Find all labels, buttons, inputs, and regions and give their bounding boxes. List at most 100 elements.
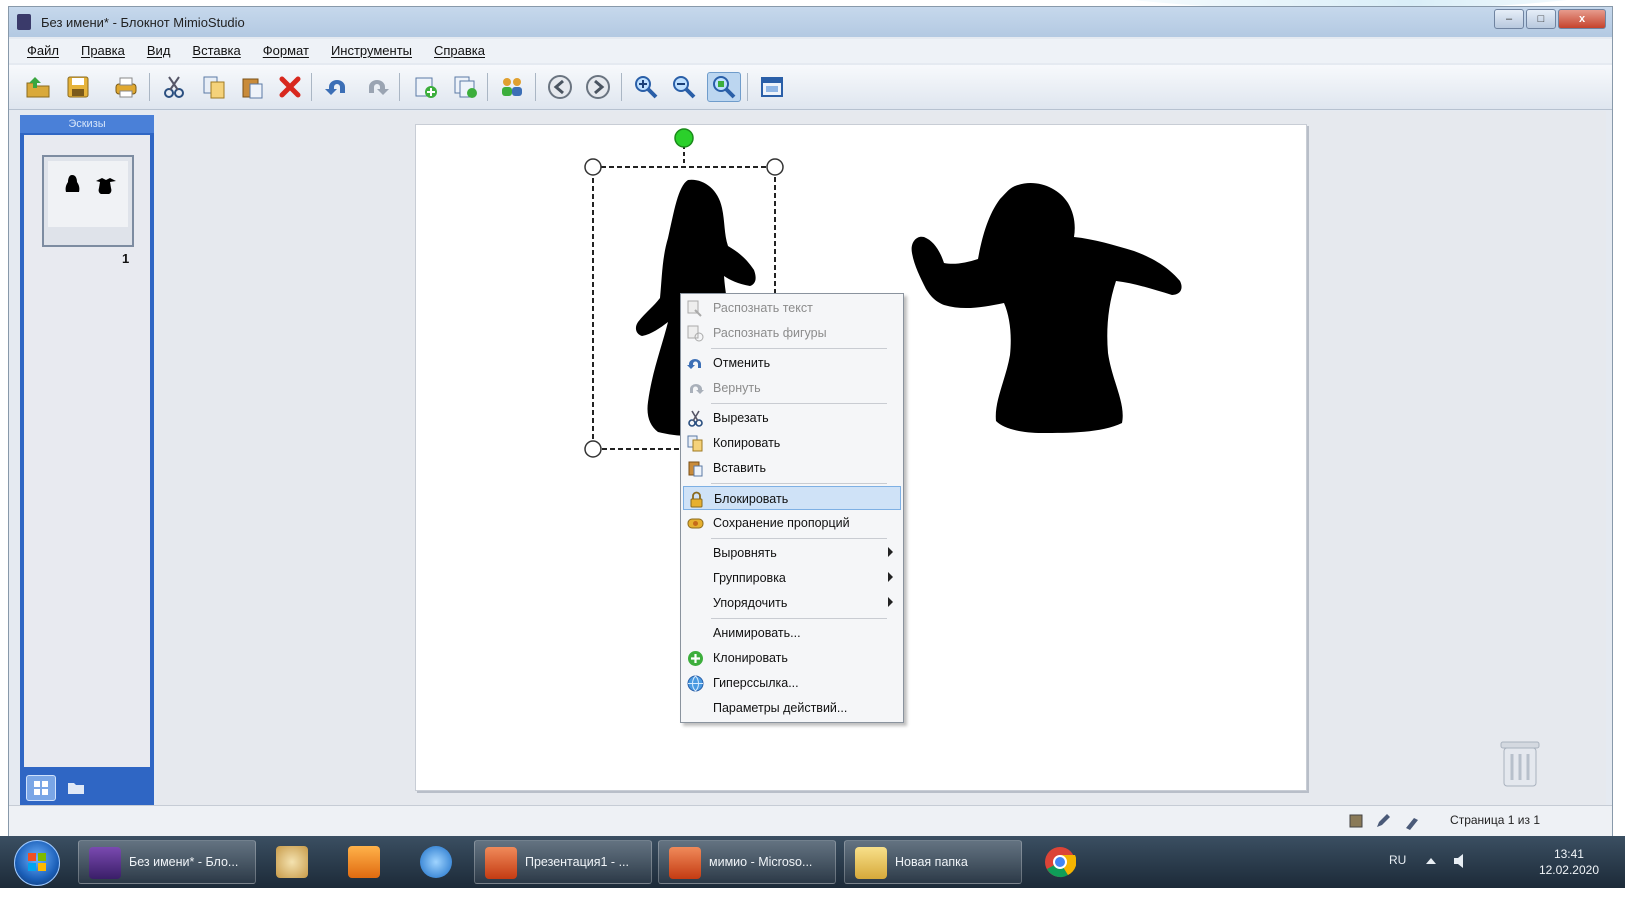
windows-logo-icon bbox=[28, 853, 46, 871]
toolbar bbox=[9, 65, 1612, 110]
menu-group[interactable]: Группировка bbox=[683, 566, 901, 590]
gallery-tab-button[interactable] bbox=[62, 775, 92, 801]
close-button[interactable]: x bbox=[1558, 9, 1606, 29]
menu-copy[interactable]: Копировать bbox=[683, 431, 901, 455]
cut-icon[interactable] bbox=[159, 72, 189, 102]
trash-icon[interactable] bbox=[1498, 736, 1542, 788]
rotate-handle[interactable] bbox=[674, 128, 694, 148]
menu-animate[interactable]: Анимировать... bbox=[683, 621, 901, 645]
print-icon[interactable] bbox=[111, 72, 141, 102]
zoom-fit-icon[interactable] bbox=[707, 72, 741, 102]
paste-icon[interactable] bbox=[237, 72, 267, 102]
slide-stage: Без имени* - Блокнот MimioStudio – □ x Ф… bbox=[0, 0, 1625, 913]
menu-recognize-text[interactable]: Распознать текст bbox=[683, 296, 901, 320]
start-button[interactable] bbox=[14, 840, 60, 886]
taskbar-item-chrome[interactable] bbox=[1034, 840, 1092, 884]
settings-icon[interactable] bbox=[1402, 812, 1422, 830]
menu-help[interactable]: Справка bbox=[434, 39, 485, 63]
menu-arrange[interactable]: Упорядочить bbox=[683, 591, 901, 615]
menu-redo[interactable]: Вернуть bbox=[683, 376, 901, 400]
menu-cut[interactable]: Вырезать bbox=[683, 406, 901, 430]
menu-bar: Файл Правка Вид Вставка Формат Инструмен… bbox=[9, 39, 1612, 63]
resize-handle-top-right[interactable] bbox=[766, 158, 784, 176]
duplicate-page-icon[interactable] bbox=[451, 72, 481, 102]
menu-item-label: Распознать текст bbox=[713, 301, 813, 315]
toolbar-separator bbox=[621, 73, 622, 101]
status-tool-icon[interactable] bbox=[1348, 813, 1364, 829]
taskbar-item-internet-explorer[interactable] bbox=[410, 840, 468, 884]
menu-keep-proportions[interactable]: Сохранение пропорций bbox=[683, 511, 901, 535]
menu-align[interactable]: Выровнять bbox=[683, 541, 901, 565]
undo-icon bbox=[687, 359, 701, 369]
tray-expand-icon[interactable] bbox=[1425, 856, 1437, 866]
menu-insert[interactable]: Вставка bbox=[192, 39, 240, 63]
internet-explorer-icon bbox=[420, 846, 452, 878]
redo-icon[interactable] bbox=[361, 72, 391, 102]
submenu-arrow-icon bbox=[888, 547, 893, 557]
menu-edit[interactable]: Правка bbox=[81, 39, 125, 63]
delete-icon[interactable] bbox=[275, 72, 305, 102]
menu-undo[interactable]: Отменить bbox=[683, 351, 901, 375]
taskbar-item-new-folder[interactable]: Новая папка bbox=[844, 840, 1022, 884]
minimize-button[interactable]: – bbox=[1494, 9, 1524, 29]
menu-file[interactable]: Файл bbox=[27, 39, 59, 63]
menu-paste[interactable]: Вставить bbox=[683, 456, 901, 480]
thumbnails-tab-button[interactable] bbox=[26, 775, 56, 801]
taskbar: Без имени* - Бло... Презентация1 - ... м… bbox=[0, 836, 1625, 888]
save-icon[interactable] bbox=[63, 72, 93, 102]
submenu-arrow-icon bbox=[888, 572, 893, 582]
menu-lock[interactable]: Блокировать bbox=[683, 486, 901, 510]
language-indicator[interactable]: RU bbox=[1389, 853, 1406, 867]
clock-time: 13:41 bbox=[1553, 847, 1584, 861]
menu-format[interactable]: Формат bbox=[263, 39, 309, 63]
menu-view[interactable]: Вид bbox=[147, 39, 171, 63]
app-icon bbox=[17, 14, 31, 30]
forward-icon[interactable] bbox=[583, 72, 613, 102]
cut-icon bbox=[688, 410, 703, 427]
resize-handle-top-left[interactable] bbox=[584, 158, 602, 176]
users-icon[interactable] bbox=[497, 72, 527, 102]
status-bar: Страница 1 из 1 bbox=[9, 805, 1612, 836]
menu-action-settings[interactable]: Параметры действий... bbox=[683, 696, 901, 720]
add-page-icon[interactable] bbox=[411, 72, 441, 102]
pen-icon[interactable] bbox=[1374, 812, 1392, 830]
page-thumbnail[interactable] bbox=[42, 155, 134, 247]
taskbar-item-paint[interactable] bbox=[266, 840, 324, 884]
zoom-in-icon[interactable] bbox=[631, 72, 661, 102]
paste-icon bbox=[688, 461, 703, 477]
menu-clone[interactable]: Клонировать bbox=[683, 646, 901, 670]
chrome-icon bbox=[1045, 847, 1076, 878]
menu-recognize-shapes[interactable]: Распознать фигуры bbox=[683, 321, 901, 345]
thumbnail-page-number: 1 bbox=[122, 251, 130, 266]
open-icon[interactable] bbox=[23, 72, 53, 102]
taskbar-item-presentation1[interactable]: Презентация1 - ... bbox=[474, 840, 652, 884]
menu-item-label: Блокировать bbox=[714, 492, 789, 506]
thumbnails-panel: 1 bbox=[24, 135, 150, 767]
title-bar[interactable]: Без имени* - Блокнот MimioStudio – □ x bbox=[9, 7, 1612, 37]
menu-item-label: Распознать фигуры bbox=[713, 326, 827, 340]
resize-handle-bottom-left[interactable] bbox=[584, 440, 602, 458]
menu-tools[interactable]: Инструменты bbox=[331, 39, 412, 63]
maximize-button[interactable]: □ bbox=[1526, 9, 1556, 29]
taskbar-item-media-player[interactable] bbox=[338, 840, 396, 884]
view-icon[interactable] bbox=[757, 72, 787, 102]
folder-icon bbox=[855, 847, 887, 879]
redo-icon bbox=[690, 384, 704, 394]
taskbar-item-mimio-ppt[interactable]: мимио - Microso... bbox=[658, 840, 836, 884]
menu-hyperlink[interactable]: Гиперссылка... bbox=[683, 671, 901, 695]
back-icon[interactable] bbox=[545, 72, 575, 102]
menu-item-label: Копировать bbox=[713, 436, 781, 450]
thumbnails-sidebar: Эскизы 1 bbox=[20, 115, 154, 805]
undo-icon[interactable] bbox=[323, 72, 353, 102]
taskbar-item-mimio[interactable]: Без имени* - Бло... bbox=[78, 840, 256, 884]
gnome-silhouette-object[interactable] bbox=[911, 183, 1182, 433]
hyperlink-icon bbox=[687, 675, 704, 692]
volume-icon[interactable] bbox=[1453, 853, 1467, 869]
menu-item-label: Анимировать... bbox=[713, 626, 801, 640]
zoom-out-icon[interactable] bbox=[669, 72, 699, 102]
toolbar-separator bbox=[399, 73, 400, 101]
taskbar-item-label: Без имени* - Бло... bbox=[129, 855, 239, 869]
powerpoint-icon bbox=[485, 847, 517, 879]
copy-icon[interactable] bbox=[199, 72, 229, 102]
clock[interactable]: 13:41 12.02.2020 bbox=[1539, 846, 1599, 878]
